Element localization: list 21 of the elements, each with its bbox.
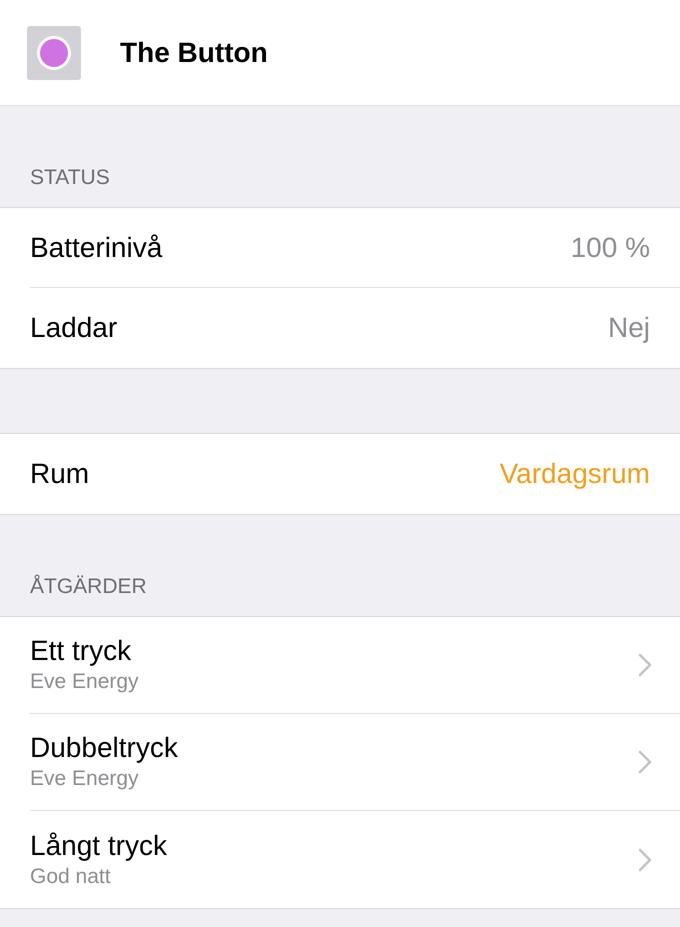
row-label: Rum (30, 457, 90, 491)
section-heading: STATUS (30, 164, 110, 190)
row-subtitle: God natt (30, 864, 112, 890)
chevron-icon (638, 750, 652, 774)
action-row[interactable]: Ett tryck Eve Energy (0, 617, 680, 714)
action-row[interactable]: Dubbeltryck Eve Energy (0, 714, 680, 811)
section-heading: ÅTGÄRDER (30, 574, 147, 600)
action-row[interactable]: Långt tryck God natt (0, 811, 680, 908)
row-label: Dubbeltryck (30, 731, 179, 765)
row-value: 100 % (570, 230, 650, 264)
row-value: Nej (608, 311, 650, 345)
row-subtitle: Eve Energy (30, 766, 140, 792)
row-label: Ett tryck (30, 634, 132, 668)
row-label: Långt tryck (30, 828, 168, 862)
row-label: Laddar (30, 311, 118, 345)
row-subtitle: Eve Energy (30, 669, 140, 695)
chevron-icon (638, 848, 652, 872)
device-title: The Button (120, 36, 268, 70)
row-label: Batterinivå (30, 230, 162, 264)
chevron-icon (638, 653, 652, 677)
device-icon (27, 26, 81, 80)
